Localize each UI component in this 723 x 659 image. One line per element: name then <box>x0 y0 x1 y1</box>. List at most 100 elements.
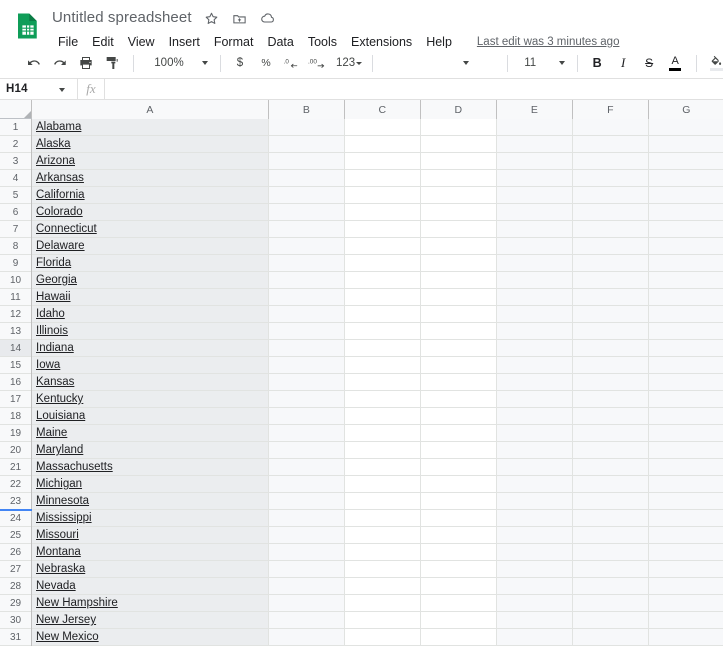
star-icon[interactable] <box>202 8 222 28</box>
cell-F17[interactable] <box>573 391 649 408</box>
cell-D30[interactable] <box>421 612 497 629</box>
cell-F23[interactable] <box>573 493 649 510</box>
cell-A26[interactable]: Montana <box>32 544 269 561</box>
row-header-27[interactable]: 27 <box>0 561 31 578</box>
row-header-26[interactable]: 26 <box>0 544 31 561</box>
cell-B27[interactable] <box>269 561 345 578</box>
column-header-a[interactable]: A <box>32 100 269 119</box>
row-header-5[interactable]: 5 <box>0 187 31 204</box>
cell-E2[interactable] <box>497 136 573 153</box>
cell-B12[interactable] <box>269 306 345 323</box>
cell-A1[interactable]: Alabama <box>32 119 269 136</box>
cell-F27[interactable] <box>573 561 649 578</box>
cell-E19[interactable] <box>497 425 573 442</box>
cell-A21[interactable]: Massachusetts <box>32 459 269 476</box>
cell-D14[interactable] <box>421 340 497 357</box>
cell-A10[interactable]: Georgia <box>32 272 269 289</box>
column-header-b[interactable]: B <box>269 100 345 119</box>
select-all-corner[interactable] <box>0 100 32 118</box>
zoom-control[interactable]: 100% <box>141 51 213 75</box>
cell-D16[interactable] <box>421 374 497 391</box>
cell-D21[interactable] <box>421 459 497 476</box>
cell-C18[interactable] <box>345 408 421 425</box>
cell-C9[interactable] <box>345 255 421 272</box>
cell-C22[interactable] <box>345 476 421 493</box>
cell-D13[interactable] <box>421 323 497 340</box>
cell-C26[interactable] <box>345 544 421 561</box>
cell-C19[interactable] <box>345 425 421 442</box>
cell-B3[interactable] <box>269 153 345 170</box>
cell-G23[interactable] <box>649 493 723 510</box>
cell-A22[interactable]: Michigan <box>32 476 269 493</box>
cell-C31[interactable] <box>345 629 421 646</box>
last-edit-status[interactable]: Last edit was 3 minutes ago <box>477 36 620 48</box>
cell-D7[interactable] <box>421 221 497 238</box>
row-header-9[interactable]: 9 <box>0 255 31 272</box>
cell-D5[interactable] <box>421 187 497 204</box>
cell-B5[interactable] <box>269 187 345 204</box>
sheets-logo-icon[interactable] <box>10 8 46 44</box>
cell-E3[interactable] <box>497 153 573 170</box>
cell-G29[interactable] <box>649 595 723 612</box>
cell-E21[interactable] <box>497 459 573 476</box>
cell-B15[interactable] <box>269 357 345 374</box>
cell-A9[interactable]: Florida <box>32 255 269 272</box>
row-header-2[interactable]: 2 <box>0 136 31 153</box>
cell-G13[interactable] <box>649 323 723 340</box>
cell-B6[interactable] <box>269 204 345 221</box>
cell-F2[interactable] <box>573 136 649 153</box>
cloud-saved-icon[interactable] <box>258 8 278 28</box>
row-header-4[interactable]: 4 <box>0 170 31 187</box>
cell-A4[interactable]: Arkansas <box>32 170 269 187</box>
cell-E27[interactable] <box>497 561 573 578</box>
row-header-21[interactable]: 21 <box>0 459 31 476</box>
cell-F28[interactable] <box>573 578 649 595</box>
cell-C3[interactable] <box>345 153 421 170</box>
cell-D9[interactable] <box>421 255 497 272</box>
cell-C1[interactable] <box>345 119 421 136</box>
formula-input[interactable] <box>104 79 723 99</box>
cell-A3[interactable]: Arizona <box>32 153 269 170</box>
name-box[interactable]: H14 <box>0 79 78 99</box>
cell-A17[interactable]: Kentucky <box>32 391 269 408</box>
cell-G9[interactable] <box>649 255 723 272</box>
cell-B18[interactable] <box>269 408 345 425</box>
percent-format-button[interactable]: % <box>254 51 278 75</box>
cell-E6[interactable] <box>497 204 573 221</box>
cell-A5[interactable]: California <box>32 187 269 204</box>
row-header-7[interactable]: 7 <box>0 221 31 238</box>
cell-F24[interactable] <box>573 510 649 527</box>
cell-E24[interactable] <box>497 510 573 527</box>
row-header-19[interactable]: 19 <box>0 425 31 442</box>
decrease-decimal-button[interactable]: .0 <box>280 51 304 75</box>
cell-C15[interactable] <box>345 357 421 374</box>
cell-A30[interactable]: New Jersey <box>32 612 269 629</box>
cell-B10[interactable] <box>269 272 345 289</box>
cell-C28[interactable] <box>345 578 421 595</box>
cell-A7[interactable]: Connecticut <box>32 221 269 238</box>
cell-A11[interactable]: Hawaii <box>32 289 269 306</box>
cell-E15[interactable] <box>497 357 573 374</box>
cell-C7[interactable] <box>345 221 421 238</box>
cell-E26[interactable] <box>497 544 573 561</box>
cell-A25[interactable]: Missouri <box>32 527 269 544</box>
cell-C21[interactable] <box>345 459 421 476</box>
cell-E1[interactable] <box>497 119 573 136</box>
cell-G17[interactable] <box>649 391 723 408</box>
cell-F25[interactable] <box>573 527 649 544</box>
text-color-button[interactable]: A <box>663 51 687 75</box>
cell-G26[interactable] <box>649 544 723 561</box>
row-header-18[interactable]: 18 <box>0 408 31 425</box>
cell-G14[interactable] <box>649 340 723 357</box>
cell-D4[interactable] <box>421 170 497 187</box>
cell-G22[interactable] <box>649 476 723 493</box>
row-header-3[interactable]: 3 <box>0 153 31 170</box>
row-header-14[interactable]: 14 <box>0 340 31 357</box>
bold-button[interactable]: B <box>585 51 609 75</box>
cell-A31[interactable]: New Mexico <box>32 629 269 646</box>
cell-G8[interactable] <box>649 238 723 255</box>
cell-B31[interactable] <box>269 629 345 646</box>
cell-E31[interactable] <box>497 629 573 646</box>
cell-F10[interactable] <box>573 272 649 289</box>
cell-F4[interactable] <box>573 170 649 187</box>
